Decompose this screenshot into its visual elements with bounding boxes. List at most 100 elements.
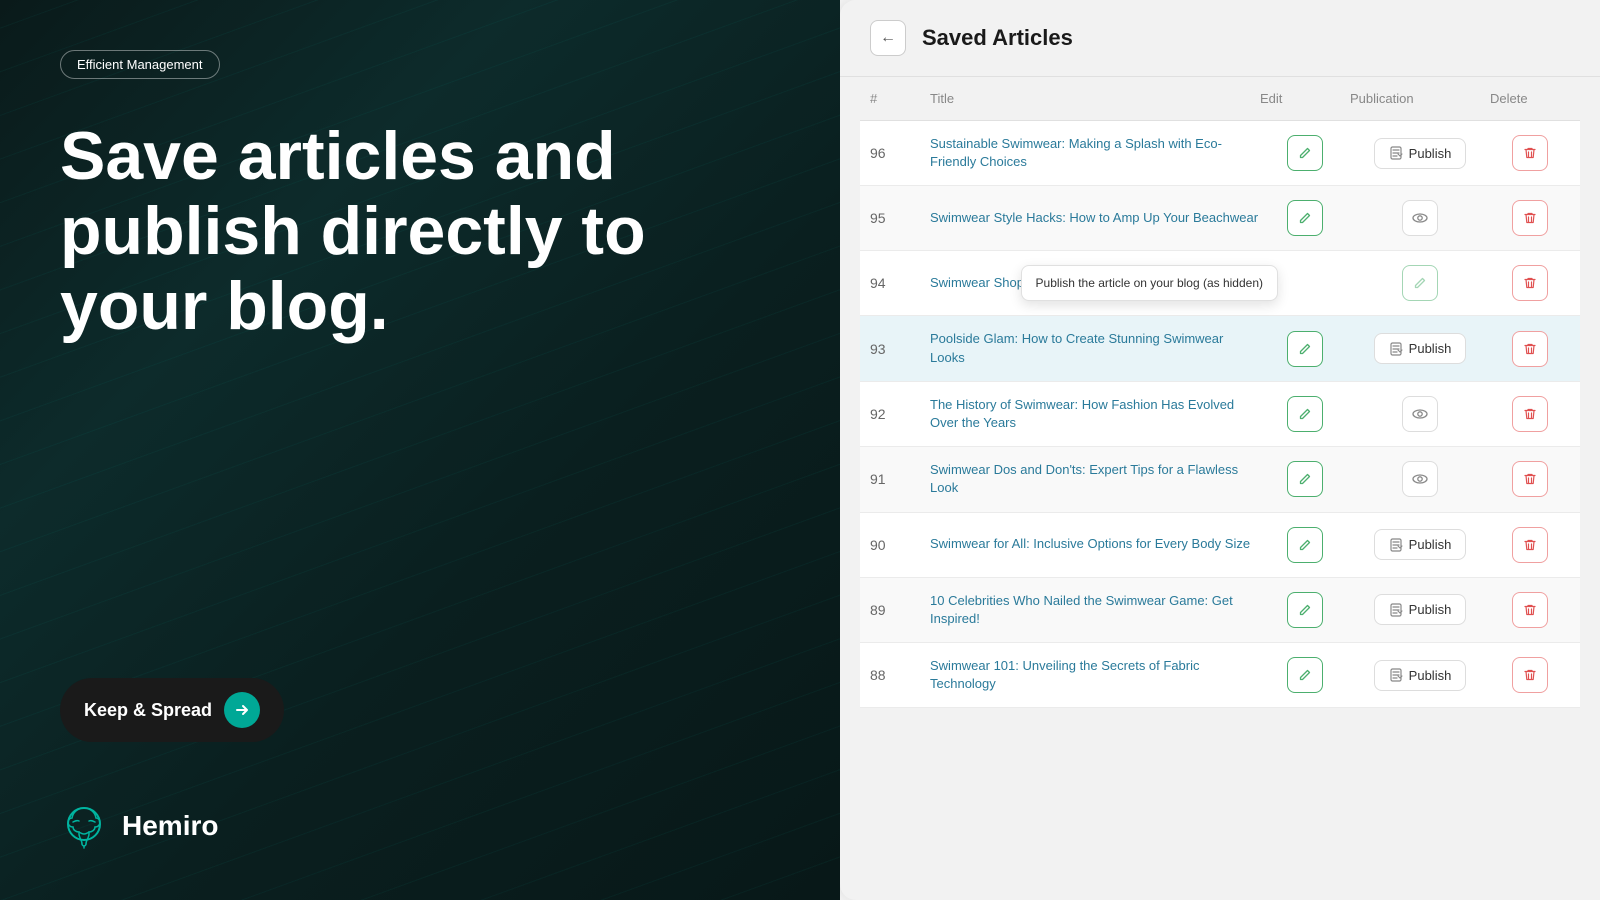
eye-button[interactable] <box>1402 396 1438 432</box>
publish-button[interactable]: Publish <box>1374 333 1467 364</box>
delete-button[interactable] <box>1512 592 1548 628</box>
col-delete <box>1490 527 1570 563</box>
publish-button[interactable]: Publish <box>1374 138 1467 169</box>
row-title[interactable]: Swimwear for All: Inclusive Options for … <box>930 535 1260 553</box>
row-number: 95 <box>870 210 930 226</box>
col-edit-actions <box>1260 592 1350 628</box>
edit-button[interactable] <box>1287 461 1323 497</box>
logo-text: Hemiro <box>122 810 218 842</box>
col-publication: Publish <box>1350 529 1490 560</box>
table-header: # Title Edit Publication Delete <box>860 77 1580 121</box>
col-delete <box>1490 135 1570 171</box>
edit-button[interactable] <box>1287 527 1323 563</box>
panel-header: ← Saved Articles <box>840 0 1600 77</box>
row-number: 91 <box>870 471 930 487</box>
delete-button[interactable] <box>1512 200 1548 236</box>
edit-button[interactable] <box>1287 331 1323 367</box>
table-rows-container: 96 Sustainable Swimwear: Making a Splash… <box>860 121 1580 708</box>
table-row: 90 Swimwear for All: Inclusive Options f… <box>860 513 1580 578</box>
table-row: 94 Swimwear Shopping 101: Your Essential… <box>860 251 1580 316</box>
col-delete <box>1490 592 1570 628</box>
col-delete <box>1490 396 1570 432</box>
col-publication-header: Publication <box>1350 91 1490 106</box>
row-number: 93 <box>870 341 930 357</box>
table-row: 96 Sustainable Swimwear: Making a Splash… <box>860 121 1580 186</box>
table-row: 89 10 Celebrities Who Nailed the Swimwea… <box>860 578 1580 643</box>
row-number: 89 <box>870 602 930 618</box>
col-publication: Publish <box>1350 333 1490 364</box>
keep-spread-button[interactable]: Keep & Spread <box>60 678 284 742</box>
row-title[interactable]: Swimwear 101: Unveiling the Secrets of F… <box>930 657 1260 693</box>
badge: Efficient Management <box>60 50 220 79</box>
col-title-header: Title <box>930 91 1260 106</box>
row-number: 90 <box>870 537 930 553</box>
delete-button[interactable] <box>1512 135 1548 171</box>
back-button[interactable]: ← <box>870 20 906 56</box>
edit-button[interactable] <box>1287 657 1323 693</box>
table-row: 93 Poolside Glam: How to Create Stunning… <box>860 316 1580 381</box>
row-title[interactable]: Poolside Glam: How to Create Stunning Sw… <box>930 330 1260 366</box>
row-title[interactable]: Swimwear Shopping 101: Your Essential Ch… <box>930 274 1260 292</box>
edit-button[interactable] <box>1287 396 1323 432</box>
left-panel: Efficient Management Save articles and p… <box>0 0 840 900</box>
keep-spread-label: Keep & Spread <box>84 700 212 721</box>
col-delete-header: Delete <box>1490 91 1570 106</box>
publish-button[interactable]: Publish <box>1374 660 1467 691</box>
arrow-icon <box>224 692 260 728</box>
col-edit-actions <box>1260 135 1350 171</box>
edit-button[interactable] <box>1287 135 1323 171</box>
publish-button[interactable]: Publish <box>1374 594 1467 625</box>
row-title[interactable]: Swimwear Dos and Don'ts: Expert Tips for… <box>930 461 1260 497</box>
row-number: 94 <box>870 275 930 291</box>
row-number: 88 <box>870 667 930 683</box>
hero-title: Save articles and publish directly to yo… <box>60 119 680 343</box>
eye-button[interactable] <box>1402 200 1438 236</box>
col-edit-header: Edit <box>1260 91 1350 106</box>
delete-button[interactable] <box>1512 657 1548 693</box>
delete-button[interactable] <box>1512 331 1548 367</box>
table-row: 88 Swimwear 101: Unveiling the Secrets o… <box>860 643 1580 708</box>
delete-button[interactable] <box>1512 527 1548 563</box>
col-edit-actions <box>1260 200 1350 236</box>
articles-table: # Title Edit Publication Delete 96 Susta… <box>840 77 1600 900</box>
col-publication: Publish the article on your blog (as hid… <box>1350 265 1490 301</box>
edit-button[interactable] <box>1402 265 1438 301</box>
col-edit-actions <box>1260 527 1350 563</box>
table-row: 95 Swimwear Style Hacks: How to Amp Up Y… <box>860 186 1580 251</box>
col-publication: Publish <box>1350 138 1490 169</box>
col-edit-actions <box>1260 331 1350 367</box>
table-row: 91 Swimwear Dos and Don'ts: Expert Tips … <box>860 447 1580 512</box>
col-num-header: # <box>870 91 930 106</box>
row-number: 96 <box>870 145 930 161</box>
col-publication: Publish <box>1350 660 1490 691</box>
col-delete <box>1490 331 1570 367</box>
col-delete <box>1490 657 1570 693</box>
col-edit-actions <box>1260 396 1350 432</box>
col-publication <box>1350 200 1490 236</box>
col-publication <box>1350 396 1490 432</box>
publish-button[interactable]: Publish <box>1374 529 1467 560</box>
eye-button[interactable] <box>1402 461 1438 497</box>
edit-button[interactable] <box>1287 592 1323 628</box>
delete-button[interactable] <box>1512 265 1548 301</box>
col-delete <box>1490 461 1570 497</box>
row-title[interactable]: Swimwear Style Hacks: How to Amp Up Your… <box>930 209 1260 227</box>
col-delete <box>1490 200 1570 236</box>
col-publication <box>1350 461 1490 497</box>
panel-title: Saved Articles <box>922 25 1073 51</box>
col-publication: Publish <box>1350 594 1490 625</box>
right-panel: ← Saved Articles # Title Edit Publicatio… <box>840 0 1600 900</box>
back-icon: ← <box>880 29 896 47</box>
row-title[interactable]: The History of Swimwear: How Fashion Has… <box>930 396 1260 432</box>
col-edit-actions <box>1260 461 1350 497</box>
row-number: 92 <box>870 406 930 422</box>
row-title[interactable]: Sustainable Swimwear: Making a Splash wi… <box>930 135 1260 171</box>
edit-button[interactable] <box>1287 200 1323 236</box>
col-delete <box>1490 265 1570 301</box>
row-title[interactable]: 10 Celebrities Who Nailed the Swimwear G… <box>930 592 1260 628</box>
col-edit-actions <box>1260 657 1350 693</box>
delete-button[interactable] <box>1512 461 1548 497</box>
logo-icon <box>60 802 108 850</box>
delete-button[interactable] <box>1512 396 1548 432</box>
logo-area: Hemiro <box>60 802 780 850</box>
